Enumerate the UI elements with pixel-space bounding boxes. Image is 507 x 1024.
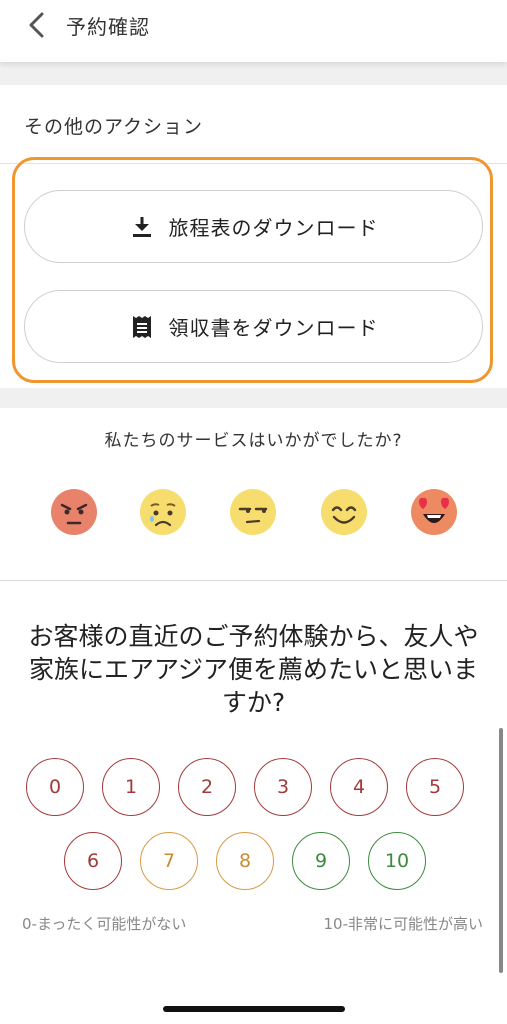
nps-score-3[interactable]: 3 [254,758,312,816]
heart-eyes-face-icon[interactable] [410,488,458,536]
chevron-left-icon [29,12,44,38]
nps-score-10[interactable]: 10 [368,832,426,890]
header-bar: 予約確認 [0,0,507,62]
smiling-face-icon[interactable] [320,488,368,536]
nps-score-6[interactable]: 6 [64,832,122,890]
sad-face-icon[interactable] [139,488,187,536]
divider [0,163,507,164]
nps-score-1[interactable]: 1 [102,758,160,816]
feedback-section: 私たちのサービスはいかがでしたか? お客様の直近のご予約体験から、友人や家族にエ… [0,408,507,1024]
download-icon [129,214,155,240]
scrollbar[interactable] [499,728,503,973]
nps-score-7[interactable]: 7 [140,832,198,890]
nps-high-label: 10-非常に可能性が高い [323,915,483,933]
download-receipt-button[interactable]: 領収書をダウンロード [24,290,483,363]
nps-score-9[interactable]: 9 [292,832,350,890]
download-itinerary-button[interactable]: 旅程表のダウンロード [24,190,483,263]
back-button[interactable] [22,10,52,40]
home-indicator[interactable] [163,1006,345,1012]
nps-score-0[interactable]: 0 [26,758,84,816]
nps-score-4[interactable]: 4 [330,758,388,816]
nps-score-2[interactable]: 2 [178,758,236,816]
receipt-icon [129,314,155,340]
nps-score-8[interactable]: 8 [216,832,274,890]
divider [0,580,507,581]
button-label: 領収書をダウンロード [168,316,379,340]
nps-score-5[interactable]: 5 [406,758,464,816]
angry-face-icon[interactable] [50,488,98,536]
nps-low-label: 0-まったく可能性がない [22,915,187,933]
section-title: その他のアクション [24,116,204,138]
nps-question: お客様の直近のご予約体験から、友人や家族にエアアジア便を薦めたいと思いますか? [28,622,479,717]
button-label: 旅程表のダウンロード [168,216,379,240]
feedback-question: 私たちのサービスはいかがでしたか? [104,431,403,451]
unamused-face-icon[interactable] [229,488,277,536]
page-title: 予約確認 [66,15,150,39]
